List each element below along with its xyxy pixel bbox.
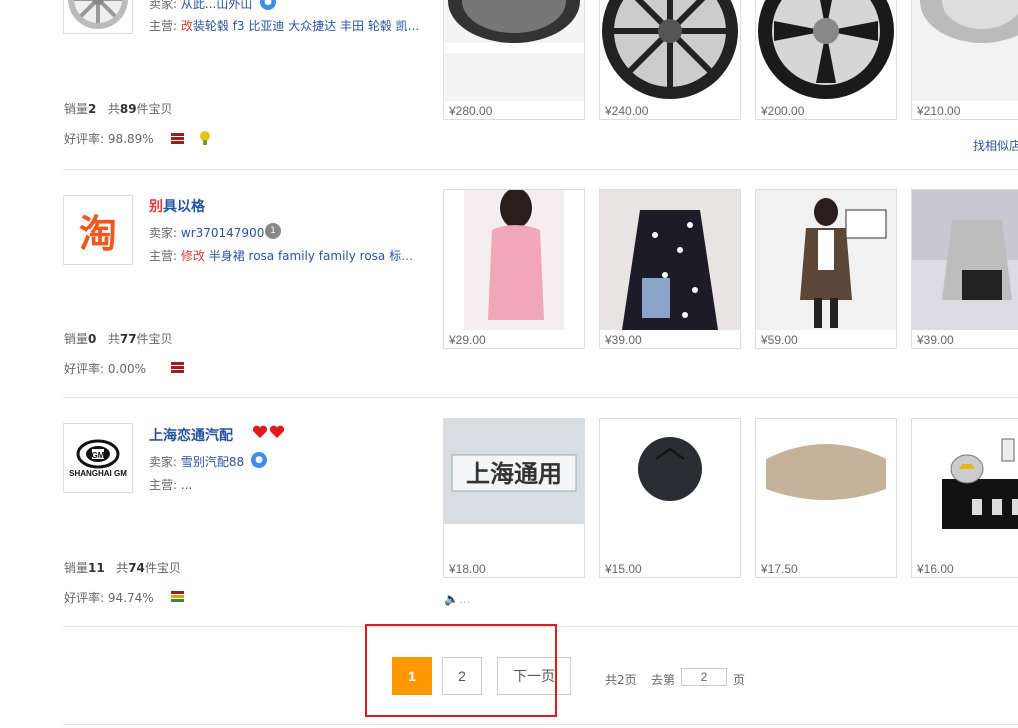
- shop-name-link[interactable]: 别具以格: [149, 196, 205, 216]
- wheel-product-image: [920, 0, 1018, 43]
- credit-level-icon: [171, 591, 184, 602]
- wheel-product-image: [758, 0, 894, 99]
- black-cap-product-image: [638, 437, 702, 501]
- shanghai-gm-logo-text: SHANGHAI GM: [69, 468, 127, 478]
- main-business: 主营: 修改 半身裙 rosa family family rosa 标题 波.…: [149, 249, 424, 263]
- shop-logo[interactable]: 淘: [63, 195, 133, 265]
- product-thumb[interactable]: ¥15.00: [599, 418, 741, 578]
- product-image-text: 上海通用: [466, 460, 562, 488]
- annotation-highlight-box: [365, 624, 557, 717]
- product-thumb[interactable]: ¥280.00: [443, 0, 585, 120]
- wheel-logo-image: [68, 0, 128, 29]
- seller-name-link[interactable]: 从此...山外山: [181, 0, 252, 11]
- divider: [63, 169, 1018, 170]
- product-thumb[interactable]: ¥39.00: [599, 189, 741, 349]
- goto-page-input[interactable]: 2: [681, 668, 727, 686]
- product-thumb[interactable]: ¥200.00: [755, 0, 897, 120]
- beige-handle-product-image: [766, 444, 886, 500]
- rating-row: 好评率: 94.74%: [64, 591, 154, 605]
- svg-text:GM: GM: [92, 451, 105, 460]
- shanghai-gm-logo-icon: GM: [76, 439, 120, 468]
- speaker-icon: 🔈: [444, 592, 459, 606]
- verified-badge-icon: ●: [251, 452, 267, 468]
- goto-suffix: 页: [733, 673, 746, 687]
- shop-logo[interactable]: [63, 0, 133, 34]
- product-thumb[interactable]: ¥240.00: [599, 0, 741, 120]
- shanghai-emblem-product-image: 上海通用: [451, 454, 577, 492]
- rating-row: 好评率: 98.89%: [64, 132, 154, 146]
- credit-level-icon: [171, 362, 184, 373]
- wheel-product-image: [602, 0, 738, 99]
- seller-row: 卖家: wr370147900: [149, 226, 265, 240]
- total-pages: 共2页: [605, 673, 637, 687]
- heart-rating-icon: [252, 425, 285, 438]
- pink-dress-product-image: [464, 190, 564, 330]
- seller-name-link[interactable]: 雪别汽配88: [181, 455, 244, 469]
- gold-crown-icon: [200, 131, 210, 145]
- divider: [63, 397, 1018, 398]
- product-thumb[interactable]: ¥39.00: [911, 189, 1018, 349]
- sales-row: 销量0 共77件宝贝: [64, 332, 173, 346]
- shop-logo[interactable]: GM SHANGHAI GM: [63, 423, 133, 493]
- seller-row: 卖家: 从此...山外山: [149, 0, 252, 12]
- sales-row: 销量11 共74件宝贝: [64, 561, 181, 575]
- speaker-tip: 🔈...: [444, 592, 471, 606]
- credit-level-icon: [171, 133, 184, 144]
- product-thumb[interactable]: ¥210.00: [911, 0, 1018, 120]
- seller-level-badge-icon: 1: [265, 223, 281, 239]
- taobao-logo-icon: 淘: [78, 211, 117, 256]
- seller-name-link[interactable]: wr370147900: [181, 226, 264, 240]
- seller-row: 卖家: 雪别汽配88: [149, 455, 245, 469]
- divider: [63, 724, 1018, 725]
- find-similar-shops-link[interactable]: 找相似店: [973, 137, 1018, 154]
- main-business: 主营: 改装轮毂 f3 比亚迪 大众捷达 丰田 轮毂 凯...: [149, 19, 420, 33]
- product-thumb[interactable]: ¥16.00: [911, 418, 1018, 578]
- product-thumb[interactable]: ¥29.00: [443, 189, 585, 349]
- goto-prefix: 去第: [651, 673, 676, 687]
- woman-outdoor-product-image: [912, 190, 1018, 300]
- product-thumb[interactable]: ¥17.50: [755, 418, 897, 578]
- rating-row: 好评率: 0.00%: [64, 362, 146, 376]
- valve-caps-product-image: [942, 438, 1018, 529]
- cardigan-product-image: [800, 198, 887, 328]
- shop-name-link[interactable]: 上海恋通汽配: [149, 425, 233, 445]
- sales-row: 销量2 共89件宝贝: [64, 102, 173, 116]
- main-business: 主营: ...: [149, 478, 193, 492]
- product-thumb[interactable]: 上海通用 ¥18.00: [443, 418, 585, 578]
- wheel-product-image: [444, 0, 584, 53]
- verified-badge-icon: ●: [260, 0, 276, 10]
- product-thumb[interactable]: ¥59.00: [755, 189, 897, 349]
- polka-dress-product-image: [622, 210, 718, 330]
